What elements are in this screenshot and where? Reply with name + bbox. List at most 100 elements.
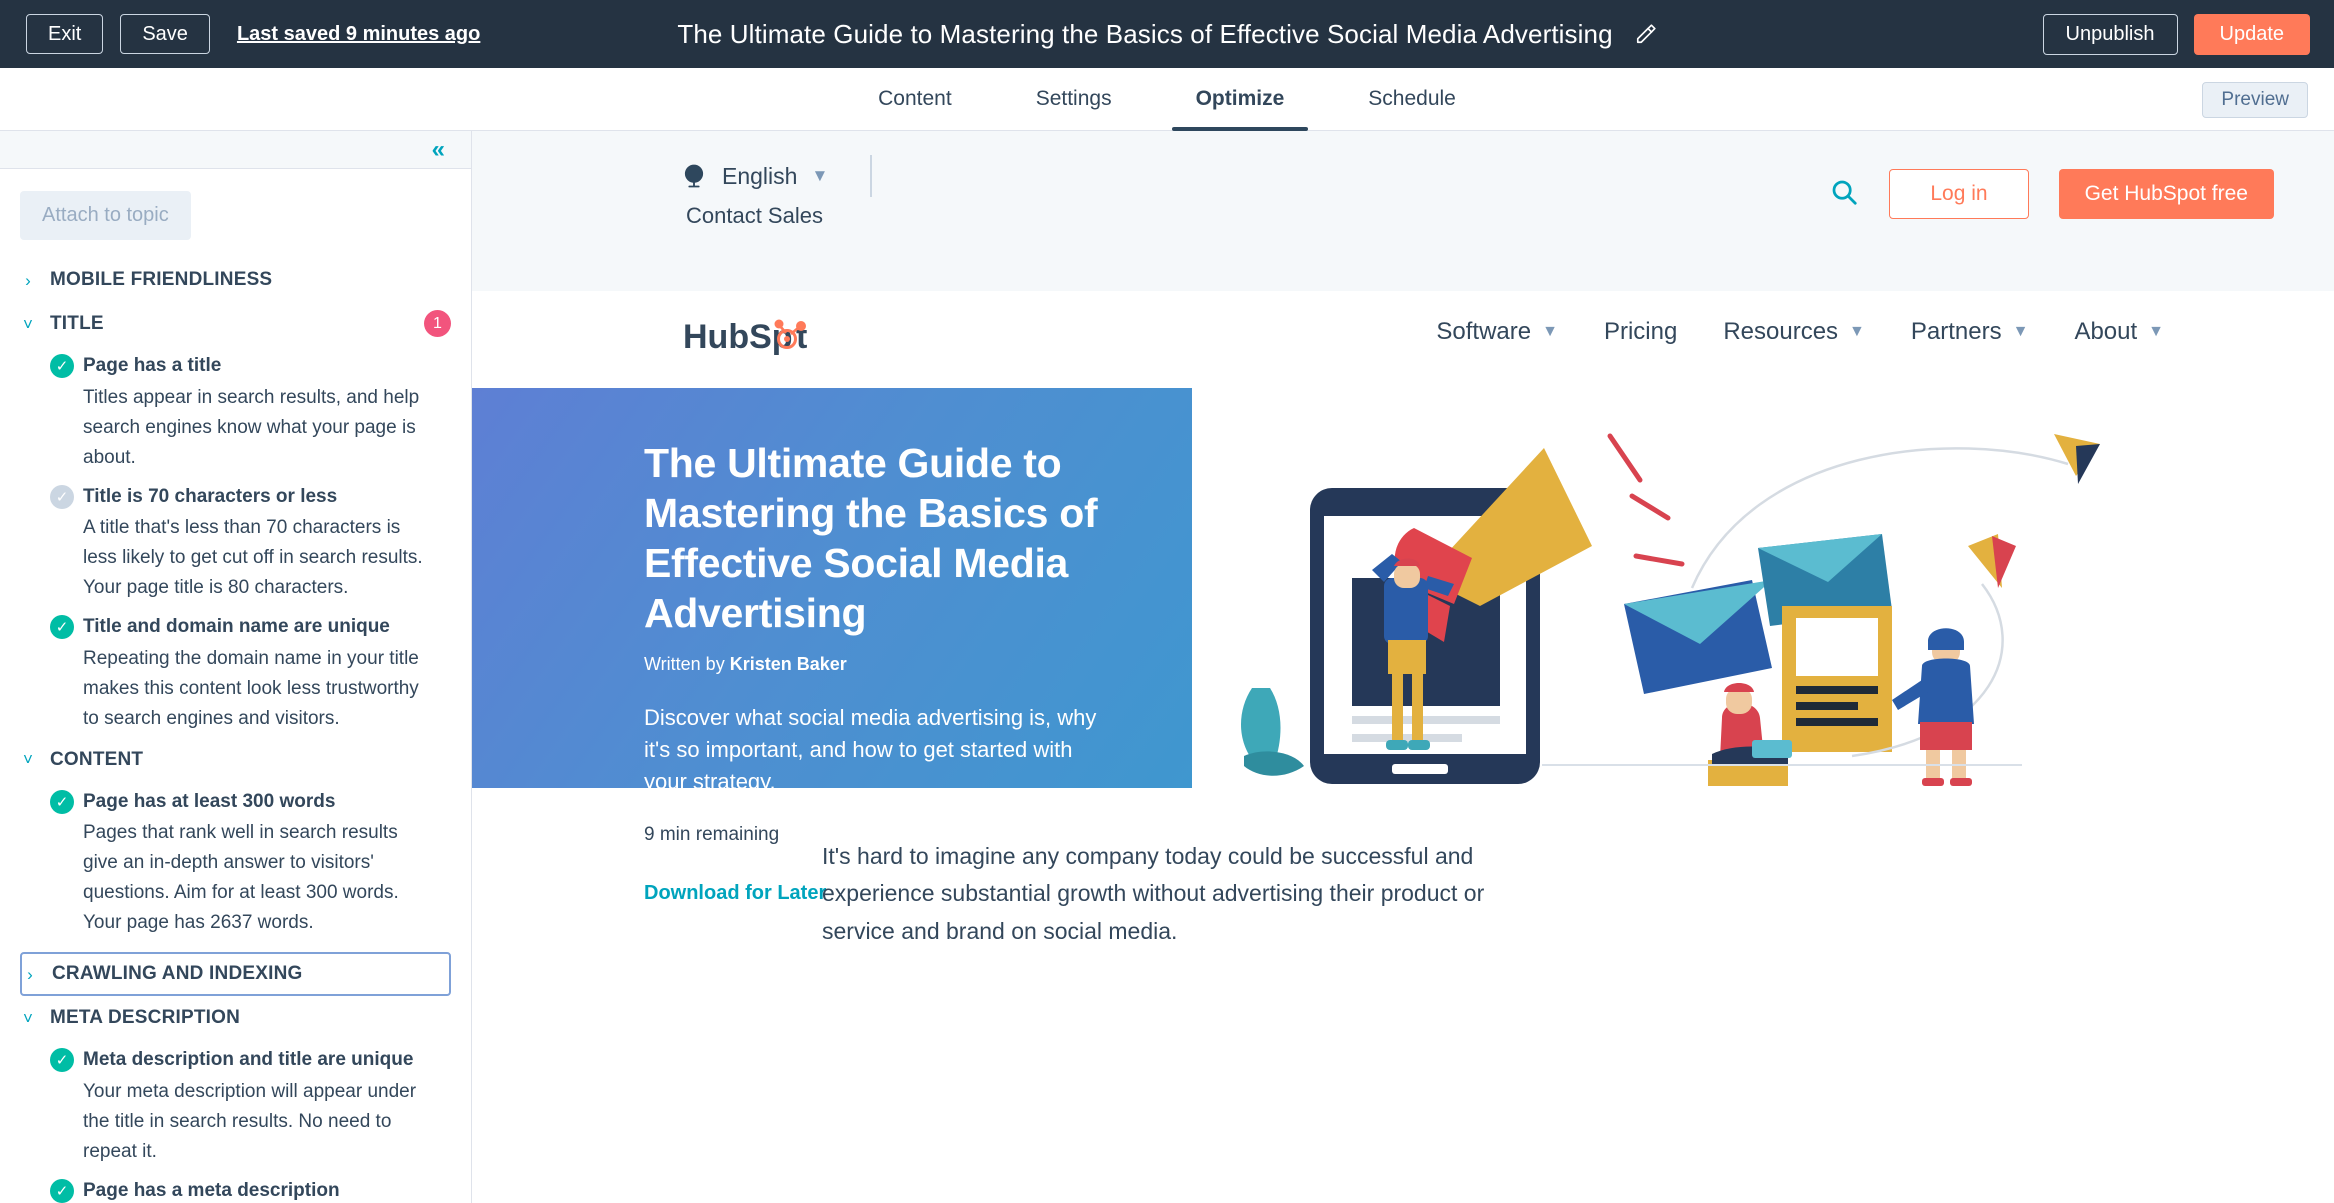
- preview-button[interactable]: Preview: [2202, 82, 2308, 118]
- illustration-baseline: [1542, 764, 2022, 766]
- nav-item-label: Software: [1436, 318, 1532, 345]
- check-circle-icon: ✓: [50, 789, 74, 814]
- nav-item-label: About: [2074, 318, 2138, 345]
- sidebar-section-meta-description[interactable]: ˅ META DESCRIPTION: [0, 996, 471, 1040]
- search-icon[interactable]: [1829, 177, 1859, 212]
- nav-item-about[interactable]: About ▼: [2074, 318, 2164, 346]
- sidebar-body: Attach to topic › MOBILE FRIENDLINESS ˅ …: [0, 169, 471, 1203]
- nav-item-resources[interactable]: Resources ▼: [1723, 318, 1865, 346]
- sidebar-section-label: CONTENT: [50, 748, 144, 770]
- chevron-down-icon: ▼: [2148, 323, 2164, 340]
- sidebar-section-label: CRAWLING AND INDEXING: [52, 963, 303, 985]
- nav-item-label: Resources: [1723, 318, 1839, 345]
- editor-topbar: Exit Save Last saved 9 minutes ago The U…: [0, 0, 2334, 68]
- chevron-down-icon: ˅: [23, 1008, 33, 1028]
- seo-check-item: ✓ Page has a meta description Your meta …: [0, 1171, 471, 1203]
- chevron-down-icon: ▼: [2012, 323, 2029, 340]
- divider: [870, 155, 873, 197]
- sidebar-section-label: TITLE: [50, 313, 104, 334]
- hubspot-logo[interactable]: HubSp t: [683, 315, 831, 361]
- tab-list: Content Settings Optimize Schedule: [836, 68, 1498, 131]
- topbar-right-group: Unpublish Update: [2042, 0, 2310, 68]
- chevron-down-icon: ▼: [1542, 323, 1558, 340]
- seo-check-desc: Titles appear in search results, and hel…: [83, 386, 420, 468]
- hero-author: Written by Kristen Baker: [644, 654, 1147, 675]
- check-circle-icon: ✓: [50, 354, 74, 378]
- page-title: The Ultimate Guide to Mastering the Basi…: [677, 18, 1613, 49]
- check-circle-icon: ✓: [50, 615, 74, 640]
- check-circle-icon: ✓: [50, 1178, 74, 1203]
- get-hubspot-free-button[interactable]: Get HubSpot free: [2058, 169, 2274, 219]
- chevron-double-left-icon[interactable]: «: [432, 137, 445, 162]
- tab-settings[interactable]: Settings: [994, 68, 1154, 131]
- chevron-right-icon: ›: [27, 964, 33, 984]
- seo-check-title: Title is 70 characters or less: [83, 485, 338, 507]
- seo-check-title: Page has at least 300 words: [83, 790, 336, 812]
- nav-item-label: Partners: [1910, 318, 2002, 345]
- chevron-down-icon: ˅: [23, 750, 33, 770]
- status-badge: 1: [424, 310, 451, 337]
- nav-item-pricing[interactable]: Pricing: [1604, 318, 1677, 346]
- language-selector[interactable]: English ▼: [680, 155, 873, 197]
- sidebar-section-mobile-friendliness[interactable]: › MOBILE FRIENDLINESS: [0, 258, 471, 302]
- attach-to-topic-button[interactable]: Attach to topic: [20, 191, 191, 240]
- seo-check-item: ✓ Meta description and title are unique …: [0, 1040, 471, 1171]
- sidebar-collapse-row: «: [0, 131, 471, 169]
- utility-right-group: Log in Get HubSpot free: [1829, 169, 2274, 219]
- site-main-nav: HubSp t Software ▼ Pricing Resources ▼ P…: [472, 291, 2334, 388]
- article-body-section: 9 min remaining Download for Later It's …: [472, 788, 2334, 944]
- seo-check-title: Title and domain name are unique: [83, 616, 390, 638]
- hero-title: The Ultimate Guide to Mastering the Basi…: [644, 440, 1098, 637]
- tab-schedule[interactable]: Schedule: [1326, 68, 1498, 131]
- hero-author-prefix: Written by: [644, 654, 730, 675]
- contact-sales-link[interactable]: Contact Sales: [686, 203, 823, 229]
- sidebar-section-content[interactable]: ˅ CONTENT: [0, 738, 471, 782]
- seo-check-item: ✓ Page has a title Titles appear in sear…: [0, 346, 471, 477]
- chevron-right-icon: ›: [25, 270, 31, 290]
- seo-check-title: Page has a meta description: [83, 1179, 340, 1201]
- nav-menu: Software ▼ Pricing Resources ▼ Partners …: [1436, 318, 2164, 346]
- seo-check-item: ✓ Title is 70 characters or less A title…: [0, 477, 471, 608]
- nav-item-partners[interactable]: Partners ▼: [1911, 318, 2029, 346]
- pencil-icon[interactable]: [1635, 23, 1657, 45]
- nav-item-software[interactable]: Software ▼: [1436, 318, 1558, 346]
- check-circle-muted-icon: ✓: [50, 484, 74, 509]
- chevron-down-icon: ˅: [23, 314, 33, 334]
- update-button[interactable]: Update: [2193, 13, 2310, 55]
- topbar-left-group: Exit Save Last saved 9 minutes ago: [0, 14, 480, 54]
- tab-content[interactable]: Content: [836, 68, 994, 131]
- read-time-label: 9 min remaining: [644, 824, 780, 845]
- download-for-later-link[interactable]: Download for Later: [644, 882, 826, 905]
- editor-tabbar: Content Settings Optimize Schedule Previ…: [0, 68, 2334, 131]
- hero-subtitle: Discover what social media advertising i…: [644, 705, 1097, 794]
- hero-text-panel: The Ultimate Guide to Mastering the Basi…: [472, 388, 1192, 794]
- login-button[interactable]: Log in: [1889, 169, 2029, 219]
- hero-author-name: Kristen Baker: [729, 654, 847, 675]
- sidebar-section-crawling-and-indexing[interactable]: › CRAWLING AND INDEXING: [20, 952, 451, 997]
- chevron-down-icon: ▼: [811, 166, 829, 185]
- last-saved-link[interactable]: Last saved 9 minutes ago: [237, 23, 480, 46]
- seo-check-desc: A title that's less than 70 characters i…: [83, 517, 423, 599]
- seo-check-title: Meta description and title are unique: [83, 1049, 414, 1071]
- site-utility-bar: English ▼ Contact Sales Log in Get HubSp…: [472, 131, 2334, 291]
- save-button[interactable]: Save: [120, 14, 210, 54]
- seo-check-title: Page has a title: [83, 355, 222, 376]
- sidebar-section-label: META DESCRIPTION: [50, 1007, 241, 1029]
- article-paragraph: It's hard to imagine any company today c…: [822, 843, 1485, 944]
- exit-button[interactable]: Exit: [26, 14, 104, 54]
- seo-check-desc: Pages that rank well in search results g…: [83, 822, 399, 934]
- seo-check-item: ✓ Title and domain name are unique Repea…: [0, 607, 471, 738]
- hero-illustration: [1192, 388, 2334, 788]
- seo-check-desc: Repeating the domain name in your title …: [83, 647, 419, 729]
- chevron-down-icon: ▼: [1849, 323, 1865, 340]
- unpublish-button[interactable]: Unpublish: [2042, 13, 2178, 55]
- sidebar-section-title[interactable]: ˅ TITLE 1: [0, 302, 471, 346]
- seo-optimize-sidebar: « Attach to topic › MOBILE FRIENDLINESS …: [0, 131, 472, 1203]
- nav-item-label: Pricing: [1603, 318, 1678, 345]
- language-label: English: [722, 162, 798, 189]
- tab-optimize[interactable]: Optimize: [1154, 68, 1327, 131]
- globe-icon: [680, 162, 708, 190]
- seo-check-item: ✓ Page has at least 300 words Pages that…: [0, 782, 471, 943]
- article-hero: The Ultimate Guide to Mastering the Basi…: [472, 388, 2334, 794]
- page-preview-pane: English ▼ Contact Sales Log in Get HubSp…: [472, 131, 2334, 1203]
